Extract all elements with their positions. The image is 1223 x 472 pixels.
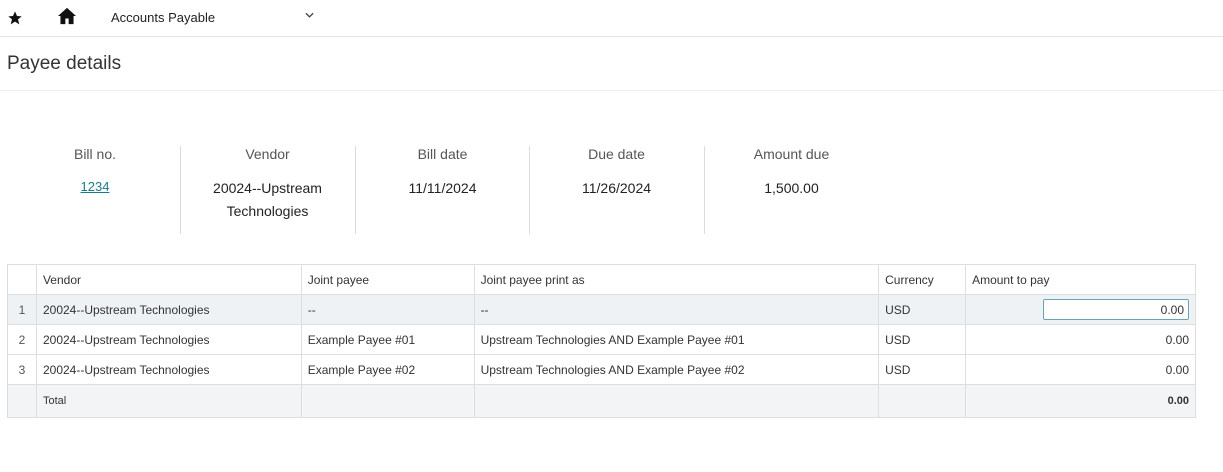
table-row[interactable]: 1 20024--Upstream Technologies -- -- USD — [7, 294, 1196, 325]
cell-vendor: 20024--Upstream Technologies — [35, 324, 302, 355]
cell-amount[interactable] — [965, 294, 1196, 325]
header-rownum — [7, 264, 37, 295]
divider — [180, 146, 181, 234]
page-title: Payee details — [7, 53, 122, 74]
divider — [529, 146, 530, 234]
page-header: Payee details — [0, 38, 1223, 91]
cell-print-as[interactable]: -- — [473, 294, 880, 325]
total-row: Total 0.00 — [7, 384, 1196, 418]
cell-joint-payee[interactable]: Example Payee #01 — [300, 324, 475, 355]
divider — [704, 146, 705, 234]
payee-table: Vendor Joint payee Joint payee print as … — [7, 264, 1196, 418]
due-date-column: Due date 11/26/2024 — [534, 146, 699, 234]
vendor-value: 20024--Upstream Technologies — [185, 177, 350, 223]
header-print-as[interactable]: Joint payee print as — [473, 264, 880, 295]
bill-no-link[interactable]: 1234 — [81, 179, 110, 194]
cell-currency: USD — [878, 324, 967, 355]
amount-due-value: 1,500.00 — [764, 180, 819, 196]
divider — [355, 146, 356, 234]
table-row[interactable]: 2 20024--Upstream Technologies Example P… — [7, 324, 1196, 355]
vendor-column: Vendor 20024--Upstream Technologies — [185, 146, 350, 234]
due-date-value: 11/26/2024 — [581, 180, 652, 196]
bill-date-value: 11/11/2024 — [408, 180, 477, 196]
row-number: 2 — [7, 324, 37, 355]
star-icon[interactable] — [7, 10, 23, 26]
cell-vendor: 20024--Upstream Technologies — [35, 294, 302, 325]
cell-amount[interactable]: 0.00 — [965, 354, 1196, 385]
total-empty-cell — [878, 384, 967, 418]
table-header-row: Vendor Joint payee Joint payee print as … — [7, 264, 1196, 295]
total-amount: 0.00 — [965, 384, 1196, 418]
cell-currency: USD — [878, 294, 967, 325]
row-number: 3 — [7, 354, 37, 385]
cell-currency: USD — [878, 354, 967, 385]
bill-no-column: Bill no. 1234 — [40, 146, 150, 234]
cell-joint-payee[interactable]: -- — [300, 294, 475, 325]
cell-joint-payee[interactable]: Example Payee #02 — [300, 354, 475, 385]
cell-print-as[interactable]: Upstream Technologies AND Example Payee … — [473, 324, 880, 355]
bill-no-label: Bill no. — [73, 146, 117, 162]
total-empty-cell — [473, 384, 880, 418]
header-vendor[interactable]: Vendor — [35, 264, 302, 295]
total-label: Total — [35, 384, 302, 418]
vendor-label: Vendor — [245, 146, 290, 162]
cell-vendor: 20024--Upstream Technologies — [35, 354, 302, 385]
vendor-line-1: 20024--Upstream — [213, 180, 322, 196]
cell-print-as[interactable]: Upstream Technologies AND Example Payee … — [473, 354, 880, 385]
app-title[interactable]: Accounts Payable — [111, 10, 215, 25]
amount-to-pay-input[interactable] — [1043, 299, 1189, 320]
top-bar: Accounts Payable — [0, 0, 1223, 37]
cell-amount[interactable]: 0.00 — [965, 324, 1196, 355]
bill-date-label: Bill date — [417, 146, 468, 162]
home-icon[interactable] — [57, 7, 77, 25]
header-joint-payee[interactable]: Joint payee — [300, 264, 475, 295]
total-empty-cell — [300, 384, 475, 418]
bill-date-column: Bill date 11/11/2024 — [360, 146, 525, 234]
row-number: 1 — [7, 294, 37, 325]
header-amount-to-pay[interactable]: Amount to pay — [965, 264, 1196, 295]
total-spacer — [7, 384, 37, 418]
amount-due-column: Amount due 1,500.00 — [709, 146, 874, 234]
vendor-line-2: Technologies — [226, 203, 309, 219]
header-currency[interactable]: Currency — [878, 264, 967, 295]
due-date-label: Due date — [588, 146, 645, 162]
amount-due-label: Amount due — [753, 146, 830, 162]
chevron-down-icon[interactable] — [305, 12, 314, 19]
table-row[interactable]: 3 20024--Upstream Technologies Example P… — [7, 354, 1196, 385]
